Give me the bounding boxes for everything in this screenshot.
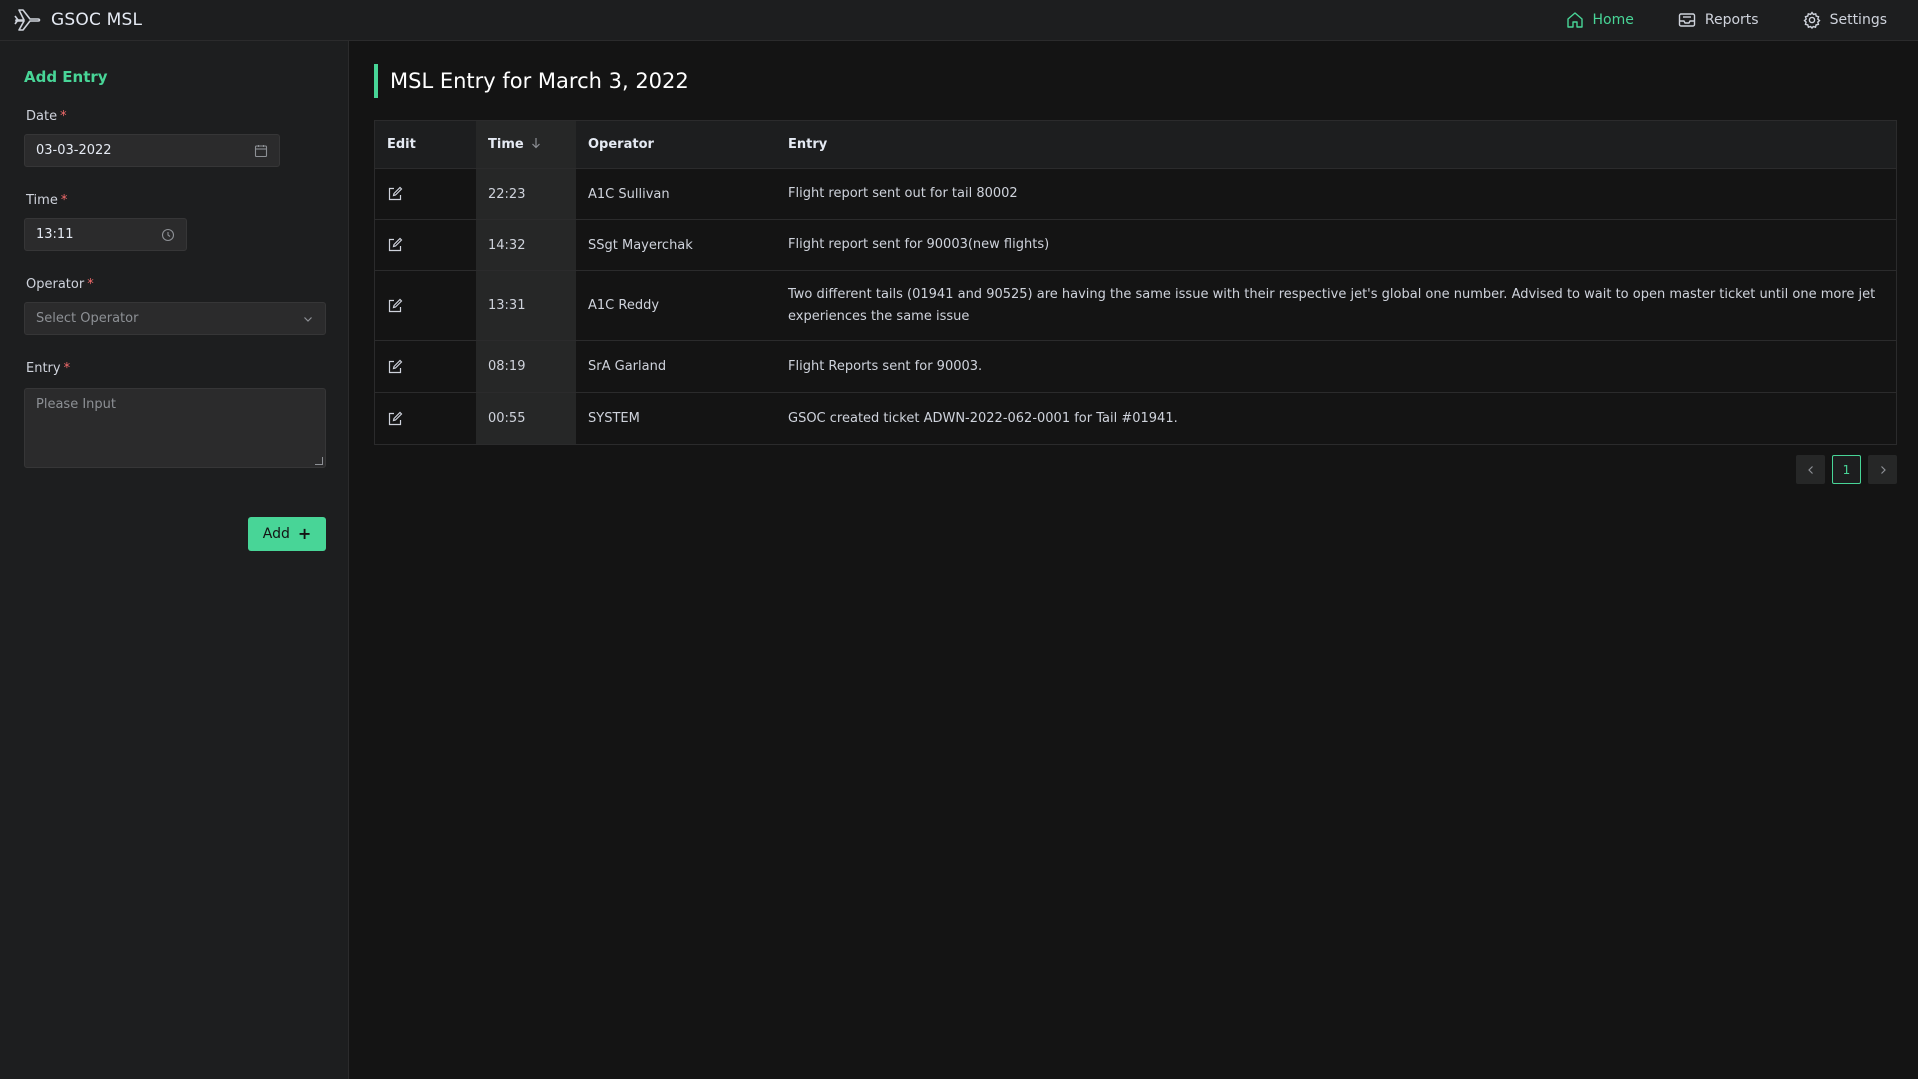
main-nav: Home Reports Settings xyxy=(1544,0,1899,41)
table-row: 13:31 A1C Reddy Two different tails (019… xyxy=(375,271,1896,341)
next-page-button[interactable] xyxy=(1868,455,1897,484)
entry-cell: Flight report sent out for tail 80002 xyxy=(788,186,1018,201)
prev-page-button[interactable] xyxy=(1796,455,1825,484)
add-button[interactable]: Add + xyxy=(248,517,326,551)
inbox-icon xyxy=(1678,13,1696,27)
time-cell: 00:55 xyxy=(476,393,576,444)
table-row: 08:19 SrA Garland Flight Reports sent fo… xyxy=(375,341,1896,393)
clock-icon xyxy=(161,228,175,241)
edit-cell xyxy=(375,220,476,270)
column-header-edit: Edit xyxy=(387,137,416,152)
calendar-icon xyxy=(254,144,268,157)
edit-icon[interactable] xyxy=(387,298,403,314)
column-header-time[interactable]: Time xyxy=(476,121,576,168)
column-header-time-label: Time xyxy=(488,137,524,152)
entry-cell: Flight report sent for 90003(new flights… xyxy=(788,237,1050,252)
add-entry-sidebar: Add Entry Date * 03-03-2022 Time * 13:11 O… xyxy=(0,41,349,1079)
edit-icon[interactable] xyxy=(387,237,403,253)
entry-label-text: Entry xyxy=(26,361,61,376)
page-button[interactable]: 1 xyxy=(1832,455,1861,484)
time-cell: 08:19 xyxy=(476,341,576,392)
operator-label: Operator * xyxy=(26,277,94,292)
plus-icon: + xyxy=(297,524,312,543)
date-label-text: Date xyxy=(26,109,58,124)
operator-cell: A1C Reddy xyxy=(588,298,660,313)
edit-icon[interactable] xyxy=(387,359,403,375)
operator-placeholder: Select Operator xyxy=(36,311,139,326)
entry-cell: Two different tails (01941 and 90525) ar… xyxy=(788,286,1876,324)
airplane-logo-icon xyxy=(14,5,44,35)
entry-label: Entry * xyxy=(26,361,70,376)
column-header-entry: Entry xyxy=(788,136,828,152)
entry-textarea[interactable]: Please Input xyxy=(24,388,326,468)
page-title: MSL Entry for March 3, 2022 xyxy=(374,64,689,98)
column-header-operator: Operator xyxy=(588,137,654,152)
edit-icon[interactable] xyxy=(387,186,403,202)
required-mark: * xyxy=(63,361,71,376)
table-row: 22:23 A1C Sullivan Flight report sent ou… xyxy=(375,169,1896,220)
operator-cell: SYSTEM xyxy=(588,411,640,426)
required-mark: * xyxy=(60,109,67,124)
edit-cell xyxy=(375,169,476,219)
time-cell: 14:32 xyxy=(476,220,576,270)
time-picker[interactable]: 13:11 xyxy=(24,218,187,251)
edit-cell xyxy=(375,393,476,444)
time-cell: 13:31 xyxy=(476,271,576,340)
operator-cell: A1C Sullivan xyxy=(588,186,670,202)
edit-icon[interactable] xyxy=(387,411,403,427)
chevron-right-icon xyxy=(1880,465,1886,474)
app-title: GSOC MSL xyxy=(51,10,143,30)
form-title: Add Entry xyxy=(24,68,108,86)
operator-label-text: Operator xyxy=(26,277,85,292)
chevron-left-icon xyxy=(1807,465,1813,474)
sort-descending-icon[interactable] xyxy=(531,137,541,153)
date-label: Date * xyxy=(26,109,67,124)
top-navbar: GSOC MSL Home Reports Settings xyxy=(0,0,1918,41)
operator-cell: SSgt Mayerchak xyxy=(588,237,693,253)
home-icon xyxy=(1566,12,1583,28)
operator-select[interactable]: Select Operator xyxy=(24,302,326,335)
chevron-down-icon xyxy=(304,316,312,322)
required-mark: * xyxy=(87,277,94,292)
table-row: 14:32 SSgt Mayerchak Flight report sent … xyxy=(375,220,1896,271)
brand[interactable]: GSOC MSL xyxy=(14,5,142,35)
entry-cell: GSOC created ticket ADWN-2022-062-0001 f… xyxy=(788,410,1178,426)
time-label: Time * xyxy=(26,193,67,208)
date-picker[interactable]: 03-03-2022 xyxy=(24,134,280,167)
entry-placeholder: Please Input xyxy=(36,397,116,412)
time-value: 13:11 xyxy=(36,227,74,242)
edit-cell xyxy=(375,341,476,392)
nav-reports[interactable]: Reports xyxy=(1656,0,1781,41)
table-header-row: Edit Time Operator Entry xyxy=(375,121,1896,169)
add-button-label: Add xyxy=(262,526,290,542)
date-value: 03-03-2022 xyxy=(36,143,112,158)
time-label-text: Time xyxy=(26,193,58,208)
nav-home[interactable]: Home xyxy=(1544,0,1656,41)
edit-cell xyxy=(375,271,476,340)
nav-settings[interactable]: Settings xyxy=(1781,0,1899,41)
msl-entries-table: Edit Time Operator Entry 22:23 A1C Sulli… xyxy=(374,120,1897,445)
nav-home-label: Home xyxy=(1592,12,1634,28)
nav-settings-label: Settings xyxy=(1829,12,1887,28)
nav-reports-label: Reports xyxy=(1704,12,1759,28)
time-cell: 22:23 xyxy=(476,169,576,219)
pagination: 1 xyxy=(1796,455,1897,484)
gear-icon xyxy=(1803,11,1821,29)
table-row: 00:55 SYSTEM GSOC created ticket ADWN-20… xyxy=(375,393,1896,444)
required-mark: * xyxy=(60,193,68,208)
resize-handle-icon[interactable] xyxy=(315,457,323,465)
operator-cell: SrA Garland xyxy=(588,359,667,374)
entry-cell: Flight Reports sent for 90003. xyxy=(788,358,983,374)
